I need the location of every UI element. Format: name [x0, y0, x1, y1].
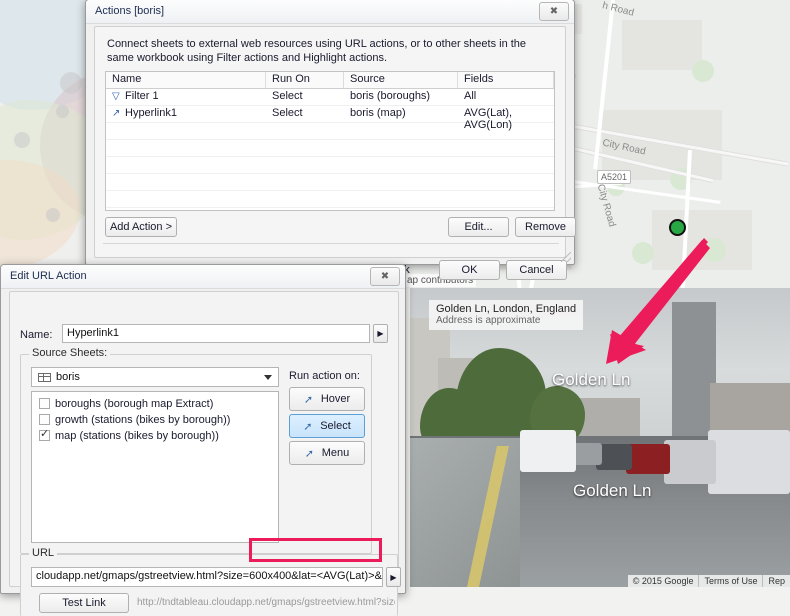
report-link[interactable]: Rep [762, 575, 790, 587]
resize-grip[interactable] [561, 252, 571, 262]
car [626, 444, 670, 474]
row-fields: AVG(Lat), AVG(Lon) [464, 107, 513, 131]
actions-table-header: Name Run On Source Fields [106, 72, 554, 89]
street-label-near: Golden Ln [573, 481, 652, 500]
actions-dialog-titlebar[interactable]: Actions [boris] ✖ [86, 0, 574, 24]
run-on-hover-label: Hover [320, 393, 351, 405]
table-row-empty[interactable] [106, 123, 554, 140]
name-insert-field-button[interactable]: ▶ [373, 324, 388, 343]
url-group: URL cloudapp.net/gmaps/gstreetview.html?… [20, 547, 401, 616]
divider [103, 243, 559, 244]
actions-panel: Connect sheets to external web resources… [94, 26, 576, 258]
edit-button[interactable]: Edit... [448, 217, 509, 237]
column-header-source: Source [344, 72, 458, 88]
table-row-empty[interactable] [106, 140, 554, 157]
chevron-down-icon[interactable] [264, 375, 272, 380]
edit-url-dialog-title: Edit URL Action [10, 270, 87, 282]
cursor-select-icon: ➚ [303, 420, 313, 433]
street-label-far: Golden Ln [552, 370, 631, 389]
table-row-empty[interactable] [106, 191, 554, 208]
sheet-label: boroughs (borough map Extract) [55, 398, 214, 410]
actions-table[interactable]: Name Run On Source Fields ▽ Filter 1 Sele… [105, 71, 555, 211]
checkbox-box[interactable] [39, 427, 50, 441]
cursor-arrow-icon: ➚ [303, 393, 314, 406]
run-on-menu-button[interactable]: ➚ Menu [289, 441, 365, 465]
sheet-list-item[interactable]: map (stations (bikes by borough)) [39, 427, 219, 442]
actions-description: Connect sheets to external web resources… [107, 38, 527, 64]
table-row-empty[interactable] [106, 157, 554, 174]
google-attribution-bar: © 2015 Google Terms of Use Rep [627, 575, 790, 587]
worksheet-icon [38, 372, 51, 382]
google-copyright: © 2015 Google [632, 576, 694, 586]
table-row[interactable]: ↗ Hyperlink1 Select boris (map) AVG(Lat),… [106, 106, 554, 131]
actions-dialog-title: Actions [boris] [95, 5, 165, 17]
column-header-run-on: Run On [266, 72, 344, 88]
ok-button[interactable]: OK [439, 260, 500, 280]
address-title: Golden Ln, London, England [436, 303, 577, 315]
add-action-button[interactable]: Add Action > [105, 217, 177, 237]
checkbox-box[interactable] [39, 398, 50, 409]
cancel-button[interactable]: Cancel [506, 260, 567, 280]
sheet-label: map (stations (bikes by borough)) [55, 430, 219, 442]
edit-url-action-dialog[interactable]: Edit URL Action ✖ Name: Hyperlink1 ▶ Sou… [0, 264, 406, 616]
column-header-name: Name [106, 72, 266, 88]
source-sheets-legend: Source Sheets: [29, 347, 111, 359]
source-sheets-group: Source Sheets: boris boroughs (borough m… [20, 347, 372, 554]
run-on-select-button[interactable]: ➚ Select [289, 414, 365, 438]
hyperlink-icon: ↗ [112, 108, 121, 119]
table-row[interactable]: ▽ Filter 1 Select boris (boroughs) All [106, 89, 554, 106]
test-link-button[interactable]: Test Link [39, 593, 129, 613]
column-header-fields: Fields [458, 72, 554, 88]
url-insert-field-button[interactable]: ▶ [386, 567, 401, 587]
edit-url-dialog-titlebar[interactable]: Edit URL Action ✖ [1, 265, 405, 289]
run-on-menu-label: Menu [321, 447, 350, 459]
name-field[interactable]: Hyperlink1 [62, 324, 370, 343]
van-centre [520, 430, 576, 472]
row-name: Hyperlink1 [125, 107, 177, 119]
run-action-on-label: Run action on: [289, 370, 360, 382]
row-name: Filter 1 [125, 90, 159, 102]
remove-button[interactable]: Remove [515, 217, 576, 237]
row-fields: All [464, 90, 477, 102]
sheet-label: growth (stations (bikes by borough)) [55, 414, 231, 426]
terms-of-use-link[interactable]: Terms of Use [698, 575, 762, 587]
actions-dialog[interactable]: Actions [boris] ✖ Connect sheets to exte… [85, 0, 576, 280]
van [708, 430, 790, 494]
url-prefix: cloudapp.net/gmaps/gstreetview.html?size… [36, 570, 317, 582]
address-subtitle: Address is approximate [436, 315, 541, 326]
test-link-preview: http://tndtableau.cloudapp.net/gmaps/gst… [137, 597, 395, 608]
edit-url-panel: Name: Hyperlink1 ▶ Source Sheets: boris … [9, 291, 401, 616]
table-row-empty[interactable] [106, 174, 554, 191]
sheet-list-item[interactable]: growth (stations (bikes by borough)) [39, 414, 230, 426]
run-on-hover-button[interactable]: ➚ Hover [289, 387, 365, 411]
street-view-address-box: Golden Ln, London, England Address is ap… [429, 300, 584, 330]
row-run-on: Select [272, 107, 303, 119]
van [664, 440, 716, 484]
filter-icon: ▽ [112, 91, 120, 102]
street-view-panel[interactable]: Golden Ln Golden Ln © 2015 Google Terms … [410, 288, 790, 587]
workbook-select-value: boris [56, 371, 80, 383]
cursor-menu-icon: ➚ [304, 447, 314, 460]
run-on-select-label: Select [320, 420, 351, 432]
url-field-parameters: <AVG(Lat)>&lon=<AVG(Lon)> [316, 570, 383, 582]
url-legend: URL [29, 547, 58, 559]
map-street-label: h Road [601, 0, 636, 19]
route-shield: A5201 [597, 170, 632, 184]
checkbox-box[interactable] [39, 414, 50, 425]
name-label: Name: [20, 329, 53, 341]
sheet-list-item[interactable]: boroughs (borough map Extract) [39, 398, 213, 410]
url-field[interactable]: cloudapp.net/gmaps/gstreetview.html?size… [31, 567, 383, 587]
close-icon[interactable]: ✖ [539, 2, 569, 21]
row-source: boris (boroughs) [350, 90, 431, 102]
map-location-marker [669, 219, 686, 236]
row-source: boris (map) [350, 107, 406, 119]
workbook-select[interactable]: boris [31, 367, 279, 387]
close-icon[interactable]: ✖ [370, 267, 400, 286]
sheet-list[interactable]: boroughs (borough map Extract) growth (s… [31, 391, 279, 543]
row-run-on: Select [272, 90, 303, 102]
